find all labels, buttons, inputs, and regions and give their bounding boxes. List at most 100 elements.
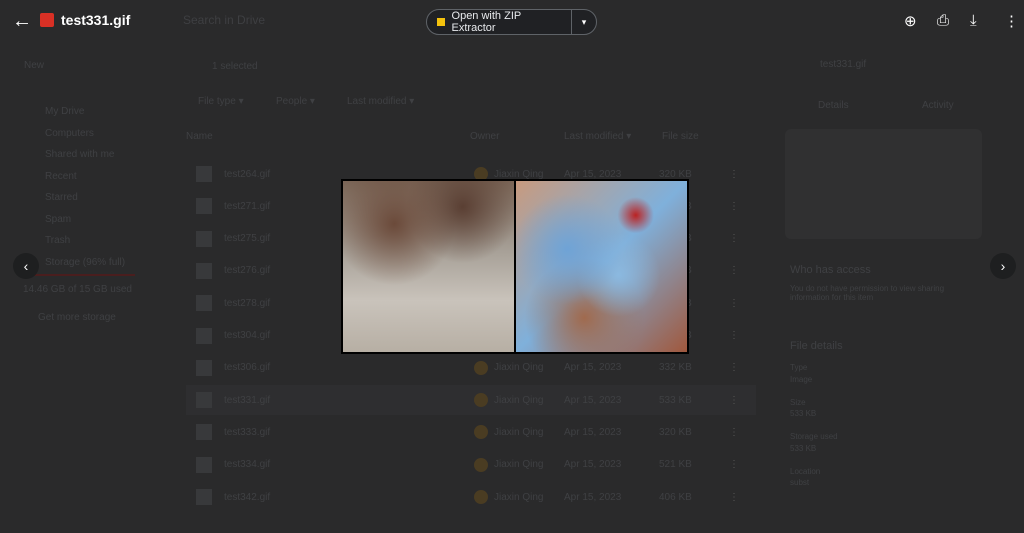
file-owner: Jiaxin Qing [494, 362, 544, 374]
row-more-icon: ⋮ [729, 265, 739, 277]
back-arrow-icon[interactable]: ← [12, 10, 32, 33]
preview-crowd-frame [343, 181, 514, 352]
file-details-heading: File details [790, 340, 843, 352]
file-thumbnail [196, 359, 212, 376]
sidebar-item: Recent [45, 170, 77, 182]
file-name: test342.gif [224, 491, 271, 503]
row-more-icon: ⋮ [729, 297, 739, 309]
file-owner: Jiaxin Qing [494, 394, 544, 406]
file-thumbnail [196, 424, 212, 441]
file-name: test334.gif [224, 459, 271, 471]
row-more-icon: ⋮ [729, 491, 739, 503]
type-label: Type [790, 363, 808, 372]
sidebar: My Drive Computers Shared with me Recent… [45, 101, 125, 273]
print-icon[interactable]: ⎙ [937, 12, 949, 29]
filter-file-type: File type ▾ [198, 96, 244, 107]
file-row: test331.gif Jiaxin Qing Apr 15, 2023 533 KB… [186, 385, 756, 416]
open-with-label: Open with ZIP Extractor [451, 10, 522, 34]
type-value: Image [790, 374, 813, 384]
file-modified: Apr 15, 2023 [564, 459, 622, 471]
column-size: File size [662, 131, 699, 142]
open-with-zip-extractor-button[interactable]: Open with ZIP Extractor [427, 10, 572, 34]
owner-avatar [474, 360, 488, 375]
get-storage-button: Get more storage [38, 312, 116, 323]
row-more-icon: ⋮ [729, 362, 739, 374]
row-more-icon: ⋮ [729, 330, 739, 341]
file-size: 521 KB [659, 459, 692, 471]
open-with-button-group: Open with ZIP Extractor ▾ [426, 9, 597, 35]
file-row: test334.gif Jiaxin Qing Apr 15, 2023 521 KB… [186, 450, 756, 480]
details-title: test331.gif [820, 59, 867, 70]
file-row: test333.gif Jiaxin Qing Apr 15, 2023 320 KB… [186, 417, 756, 447]
file-thumbnail [196, 198, 212, 215]
image-file-icon [40, 13, 54, 27]
file-size: 406 KB [659, 491, 692, 503]
storage-text: 14.46 GB of 15 GB used [23, 284, 132, 295]
size-label: Size [790, 397, 806, 407]
viewer-top-bar: ← test331.gif Search in Drive Open with … [0, 0, 1024, 44]
tab-activity: Activity [922, 100, 954, 111]
tab-details: Details [818, 100, 849, 111]
file-thumbnail [196, 230, 212, 247]
sidebar-item: Spam [45, 213, 72, 225]
location-value: subst [790, 478, 810, 487]
filter-people: People ▾ [276, 96, 315, 107]
storage-bar [30, 274, 135, 276]
sidebar-item: Trash [45, 235, 71, 246]
file-thumbnail [196, 392, 212, 409]
search-input: Search in Drive [183, 13, 266, 27]
file-thumbnail [196, 489, 212, 505]
file-thumbnail [196, 262, 212, 279]
file-name: test331.gif [224, 394, 271, 406]
open-with-dropdown-button[interactable]: ▾ [572, 17, 596, 28]
more-options-icon[interactable]: ⋮ [1004, 12, 1019, 30]
file-name: test306.gif [224, 362, 271, 374]
column-owner: Owner [470, 131, 500, 142]
preview-stylized-frame [516, 181, 687, 352]
file-owner: Jiaxin Qing [494, 168, 544, 180]
owner-avatar [474, 425, 488, 440]
sidebar-item: Computers [45, 127, 94, 139]
row-more-icon: ⋮ [729, 168, 739, 180]
new-button: New [24, 60, 45, 71]
zip-extractor-icon [437, 18, 445, 26]
sidebar-item: Starred [45, 192, 78, 203]
column-name: Name [186, 131, 213, 142]
file-modified: Apr 15, 2023 [564, 394, 622, 406]
sidebar-item: My Drive [45, 106, 85, 117]
owner-avatar [474, 490, 488, 504]
row-more-icon: ⋮ [729, 426, 739, 438]
file-size: 533 KB [659, 394, 692, 406]
file-row: test306.gif Jiaxin Qing Apr 15, 2023 332 KB… [186, 353, 756, 383]
file-owner: Jiaxin Qing [494, 491, 544, 503]
row-more-icon: ⋮ [729, 200, 739, 212]
file-modified: Apr 15, 2023 [564, 426, 622, 438]
file-owner: Jiaxin Qing [494, 426, 544, 438]
file-size: 320 KB [659, 168, 692, 180]
file-modified: Apr 15, 2023 [564, 491, 622, 503]
file-thumbnail [196, 456, 212, 473]
add-to-drive-icon[interactable]: ⊕ [904, 12, 917, 30]
file-modified: Apr 15, 2023 [564, 362, 622, 374]
access-text: You do not have permission to view shari… [790, 284, 945, 302]
file-details: Type Image Size 533 KB Storage used 533 KB … [790, 362, 838, 489]
row-more-icon: ⋮ [729, 394, 739, 406]
gif-preview-image [341, 179, 689, 354]
storage-label: Storage used [790, 432, 838, 441]
download-icon[interactable]: ⤓ [970, 12, 977, 29]
previous-file-button[interactable]: ‹ [13, 253, 39, 279]
file-row: test342.gif Jiaxin Qing Apr 15, 2023 406 KB… [186, 482, 756, 512]
file-modified: Apr 15, 2023 [564, 168, 622, 180]
location-label: Location [790, 466, 821, 476]
sidebar-item: Shared with me [45, 149, 115, 160]
file-name: test264.gif [224, 168, 271, 180]
file-owner: Jiaxin Qing [494, 459, 544, 471]
file-thumbnail [196, 295, 212, 312]
next-file-button[interactable]: › [990, 253, 1016, 279]
column-modified: Last modified ▾ [564, 131, 632, 142]
size-value: 533 KB [790, 409, 817, 418]
owner-avatar [474, 393, 488, 408]
access-heading: Who has access [790, 264, 871, 276]
sidebar-item: Storage (96% full) [45, 256, 126, 268]
file-thumbnail [196, 166, 212, 182]
